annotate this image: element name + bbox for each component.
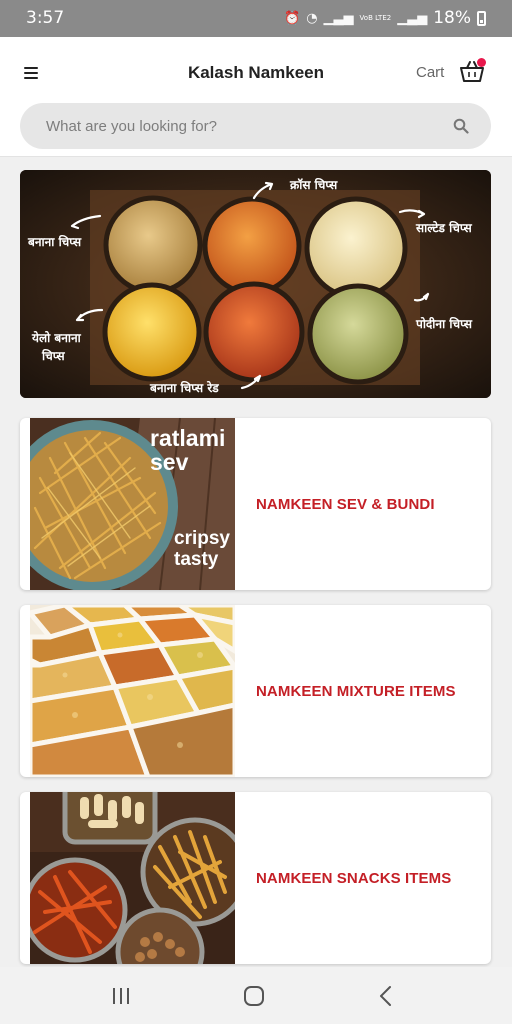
network-label: VoB LTE2 [359,13,392,22]
app-header: Kalash Namkeen Cart [0,37,512,157]
back-icon[interactable] [372,984,400,1008]
search-icon[interactable] [453,118,469,134]
battery-icon [477,10,486,26]
alarm-icon: ⏰ [284,10,301,26]
banner-label-right-top: साल्टेड चिप्स [415,221,473,235]
image-text-ratlami: ratlami [150,425,226,451]
status-bar: 3:57 ⏰ ◔ ▁▃▅ VoB LTE2 ▁▃▅ 18% [0,0,512,37]
banner-label-left-bottom-1: येलो बनाना [31,331,82,345]
banner-label-bottom: बनाना चिप्स रेड [149,381,219,395]
cart-label[interactable]: Cart [416,64,444,81]
category-card-mixture[interactable]: NAMKEEN MIXTURE ITEMS [20,605,491,777]
category-label: NAMKEEN SNACKS ITEMS [256,869,452,887]
banner-label-right-bottom: पोदीना चिप्स [415,317,473,331]
status-time: 3:57 [26,8,65,28]
sev-image-caption: ratlami sev [150,426,225,474]
status-icons: ⏰ ◔ ▁▃▅ VoB LTE2 ▁▃▅ 18% [284,8,486,28]
chips-banner-image: क्रॉस चिप्स बनाना चिप्स साल्टेड चिप्स ये… [20,170,491,398]
snacks-image [30,792,235,964]
category-card-snacks[interactable]: NAMKEEN SNACKS ITEMS [20,792,491,964]
image-text-cripsy: cripsy [174,528,230,549]
category-label: NAMKEEN SEV & BUNDI [256,495,435,513]
recent-apps-icon[interactable] [107,984,135,1008]
category-label: NAMKEEN MIXTURE ITEMS [256,682,456,700]
image-text-tasty: tasty [174,549,219,570]
banner-label-top: क्रॉस चिप्स [289,178,338,192]
sev-bundi-image: ratlami sev cripsy tasty [30,418,235,590]
sev-image-tagline: cripsy tasty [174,528,230,570]
signal-2-icon: ▁▃▅ [397,10,428,26]
cart-badge [477,58,486,67]
search-bar[interactable] [20,103,491,149]
system-nav-bar [0,967,512,1024]
home-icon[interactable] [240,984,268,1008]
banner-label-left-top: बनाना चिप्स [27,235,82,249]
image-text-sev: sev [150,449,189,475]
mixture-image [30,605,235,777]
banner-label-left-bottom-2: चिप्स [41,349,65,363]
battery-percent: 18% [433,8,471,28]
category-card-sev-bundi[interactable]: ratlami sev cripsy tasty NAMKEEN SEV & B… [20,418,491,590]
promo-banner[interactable]: क्रॉस चिप्स बनाना चिप्स साल्टेड चिप्स ये… [20,170,491,398]
wifi-icon: ◔ [306,10,318,26]
signal-icon: ▁▃▅ [323,10,354,26]
search-input[interactable] [46,103,426,149]
